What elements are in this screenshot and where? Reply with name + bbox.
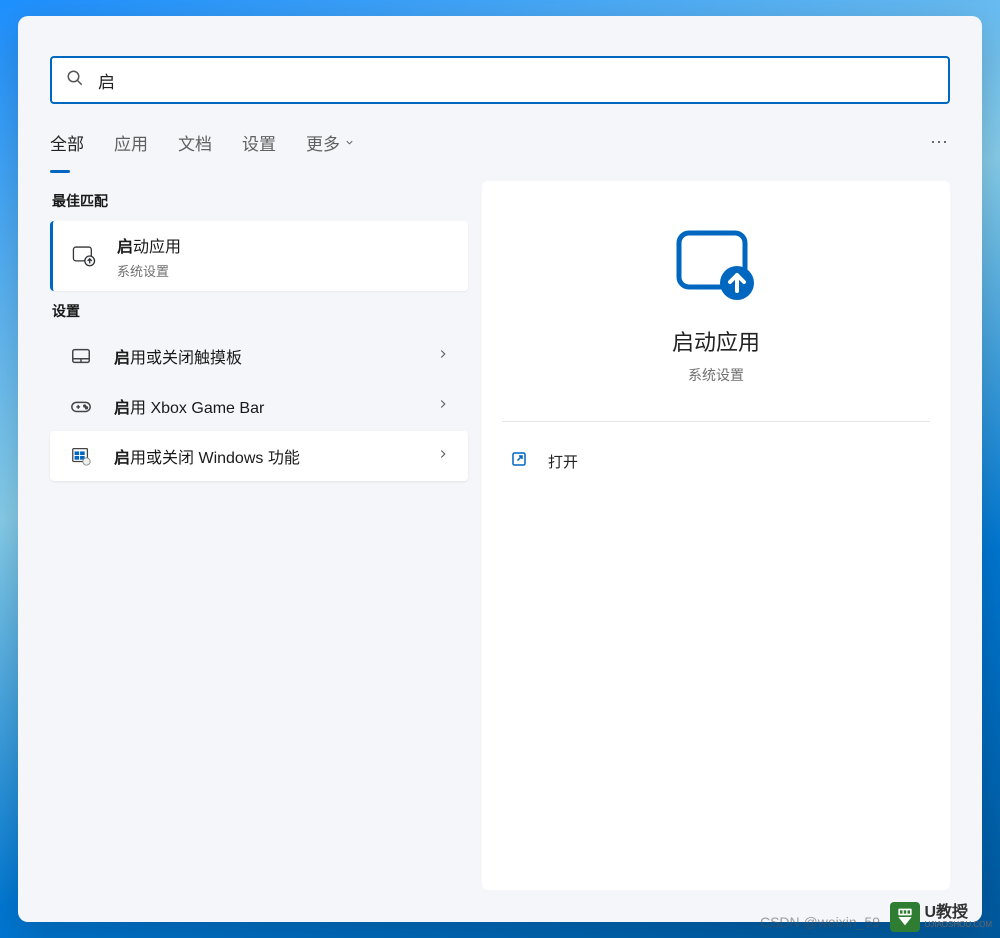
touchpad-icon bbox=[68, 343, 94, 369]
windows-features-icon bbox=[68, 443, 94, 469]
tab-all[interactable]: 全部 bbox=[50, 130, 84, 173]
tab-settings[interactable]: 设置 bbox=[242, 130, 276, 173]
preview-panel: 启动应用 系统设置 打开 bbox=[482, 181, 950, 890]
result-title: 启用或关闭触摸板 bbox=[114, 344, 428, 368]
startup-apps-icon bbox=[71, 243, 97, 269]
preview-subtitle: 系统设置 bbox=[688, 365, 744, 385]
badge-icon bbox=[890, 902, 920, 932]
result-subtitle: 系统设置 bbox=[117, 261, 450, 280]
ujiao-badge: U教授 UJIAOSHOU.COM bbox=[890, 902, 992, 932]
result-best-match[interactable]: 启动应用 系统设置 bbox=[50, 221, 468, 291]
result-title: 启动应用 bbox=[117, 233, 450, 257]
chevron-down-icon bbox=[344, 133, 355, 153]
watermark-text: CSDN @weixin_59 bbox=[760, 914, 880, 930]
search-input[interactable] bbox=[98, 70, 934, 90]
filter-tabs: 全部 应用 文档 设置 更多 ⋯ bbox=[18, 112, 982, 173]
tab-apps[interactable]: 应用 bbox=[114, 130, 148, 173]
tab-more[interactable]: 更多 bbox=[306, 130, 355, 173]
result-title: 启用或关闭 Windows 功能 bbox=[114, 444, 428, 468]
open-icon bbox=[510, 450, 528, 473]
results-column: 最佳匹配 启动应用 系统设置 设置 启用或关闭触摸板 bbox=[50, 181, 468, 890]
tab-documents[interactable]: 文档 bbox=[178, 130, 212, 173]
preview-title: 启动应用 bbox=[672, 325, 760, 357]
tab-more-label: 更多 bbox=[306, 130, 340, 155]
section-best-match-label: 最佳匹配 bbox=[52, 191, 468, 211]
search-icon bbox=[66, 69, 84, 92]
preview-startup-apps-icon bbox=[673, 229, 759, 301]
search-window: 全部 应用 文档 设置 更多 ⋯ 最佳匹配 启动应用 系统设置 设置 bbox=[18, 16, 982, 922]
section-settings-label: 设置 bbox=[52, 301, 468, 321]
divider bbox=[502, 421, 930, 422]
search-bar[interactable] bbox=[50, 56, 950, 104]
result-title: 启用 Xbox Game Bar bbox=[114, 394, 428, 418]
chevron-right-icon bbox=[436, 447, 450, 466]
badge-name: U教授 bbox=[924, 905, 992, 921]
action-open-label: 打开 bbox=[548, 451, 578, 472]
more-options-button[interactable]: ⋯ bbox=[930, 132, 950, 171]
gamebar-icon bbox=[68, 393, 94, 419]
action-open[interactable]: 打开 bbox=[502, 440, 930, 483]
result-gamebar[interactable]: 启用 Xbox Game Bar bbox=[50, 381, 468, 431]
chevron-right-icon bbox=[436, 397, 450, 416]
result-windows-features[interactable]: 启用或关闭 Windows 功能 bbox=[50, 431, 468, 481]
badge-sub: UJIAOSHOU.COM bbox=[924, 921, 992, 929]
result-touchpad[interactable]: 启用或关闭触摸板 bbox=[50, 331, 468, 381]
chevron-right-icon bbox=[436, 347, 450, 366]
